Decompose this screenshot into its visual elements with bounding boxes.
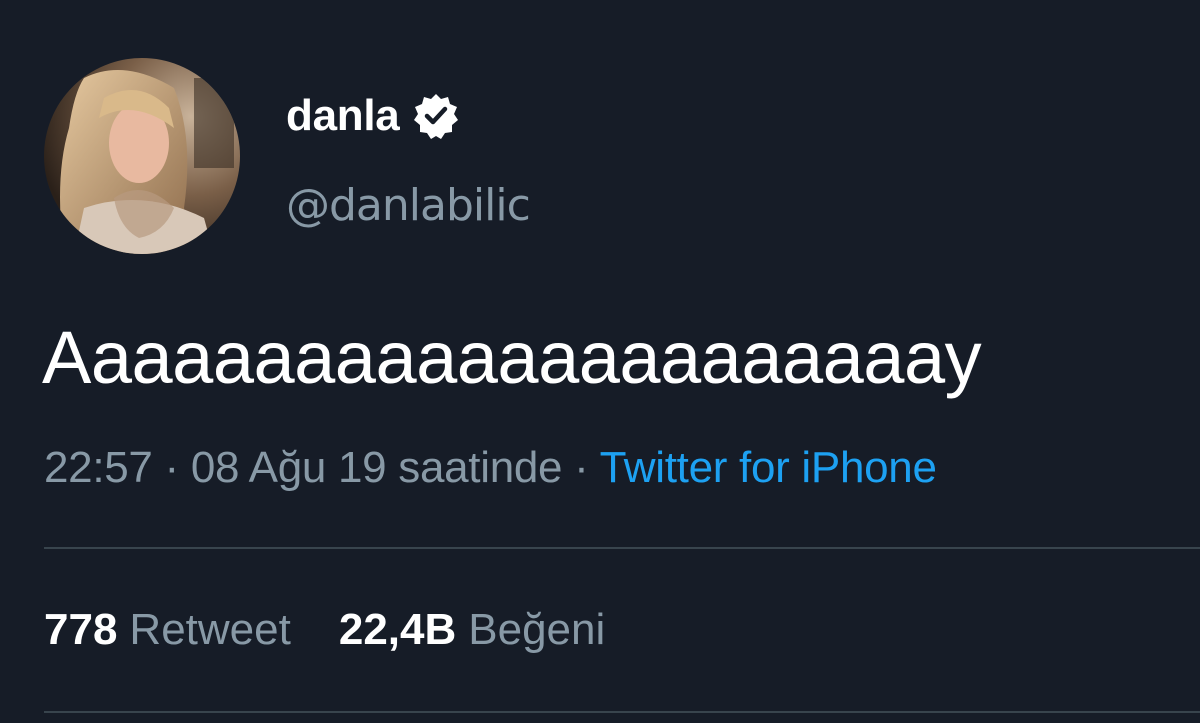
like-count: 22,4B <box>338 605 457 654</box>
tweet-time[interactable]: 22:57 <box>44 443 153 492</box>
tweet-stats: 778 Retweet 22,4B Beğeni <box>44 600 605 660</box>
display-name[interactable]: danla <box>286 88 400 144</box>
verified-badge-icon <box>414 94 459 139</box>
meta-separator: · <box>574 443 589 492</box>
divider <box>44 547 1200 549</box>
retweets-stat[interactable]: 778 Retweet <box>44 600 291 660</box>
display-name-row[interactable]: danla <box>286 88 461 144</box>
retweet-label: Retweet <box>129 605 291 654</box>
tweet-text: Aaaaaaaaaaaaaaaaaaaaaay <box>42 316 982 399</box>
user-handle[interactable]: @danlabilic <box>286 178 531 234</box>
avatar[interactable] <box>44 58 240 254</box>
tweet-source-link[interactable]: Twitter for iPhone <box>600 443 937 492</box>
tweet-detail: danla @danlabilic Aaaaaaaaaaaaaaaaaaaaaa… <box>0 0 1200 723</box>
tweet-meta: 22:57 · 08 Ağu 19 saatinde · Twitter for… <box>44 438 937 498</box>
tweet-date[interactable]: 08 Ağu 19 saatinde <box>191 443 563 492</box>
like-label: Beğeni <box>468 605 606 654</box>
retweet-count: 778 <box>44 605 118 654</box>
meta-separator: · <box>164 443 180 492</box>
divider <box>44 711 1200 713</box>
likes-stat[interactable]: 22,4B Beğeni <box>339 600 605 660</box>
